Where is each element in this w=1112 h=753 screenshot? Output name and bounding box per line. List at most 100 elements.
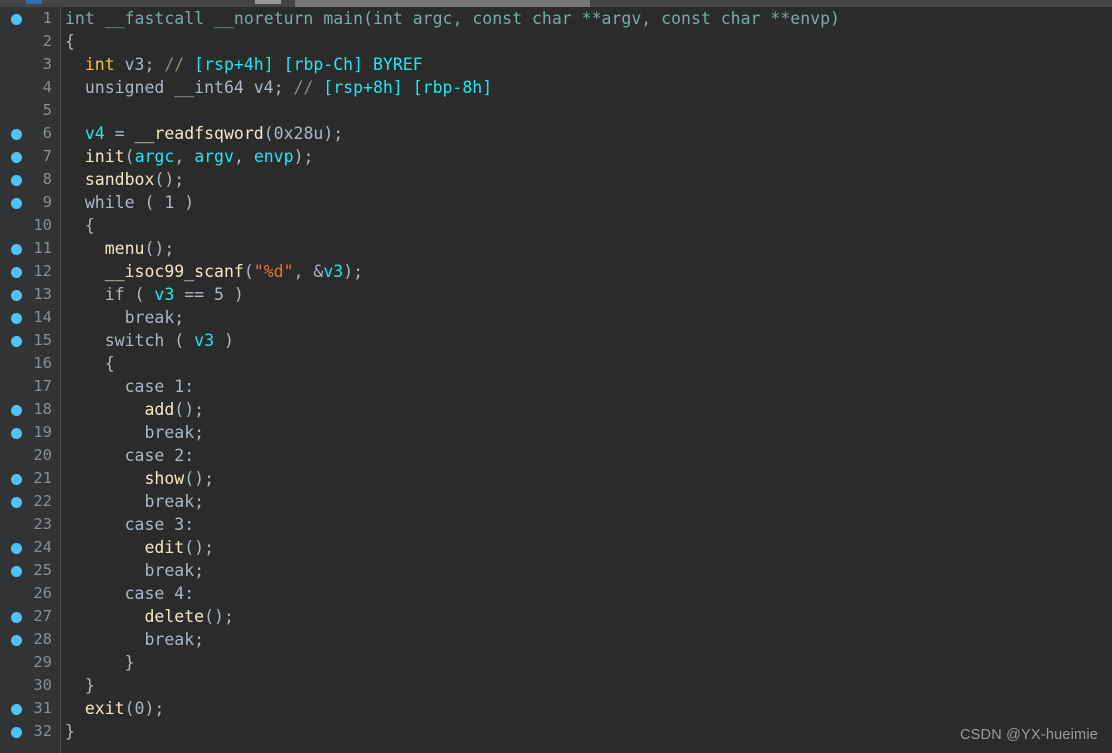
line-number: 30 (33, 676, 52, 694)
code-token: v3 (323, 262, 344, 281)
code-token: edit (144, 538, 185, 557)
line-number: 16 (33, 354, 52, 372)
code-lines-container: 1 int __fastcall __noreturn main(int argc… (0, 7, 1112, 743)
code-line[interactable]: 4 unsigned __int64 v4; // [rsp+8h] [rbp-… (0, 76, 1112, 99)
code-line[interactable]: 9 while ( 1 ) (0, 191, 1112, 214)
code-text[interactable]: { (65, 30, 75, 53)
code-line[interactable]: 23 case 3: (0, 513, 1112, 536)
code-token: case 2: (65, 446, 195, 465)
line-number: 28 (33, 630, 52, 648)
code-line[interactable]: 15 switch ( v3 ) (0, 329, 1112, 352)
code-text[interactable]: int v3; // [rsp+4h] [rbp-Ch] BYREF (65, 53, 423, 76)
code-token: v4 (84, 124, 105, 143)
code-text[interactable]: { (65, 352, 115, 375)
code-text[interactable]: edit(); (65, 536, 214, 559)
code-token: [rsp+4h] [rbp-Ch] BYREF (194, 55, 423, 74)
code-text[interactable]: break; (65, 421, 204, 444)
code-token: break; (65, 308, 185, 327)
code-text[interactable]: switch ( v3 ) (65, 329, 234, 352)
code-text[interactable]: sandbox(); (65, 168, 184, 191)
code-line[interactable]: 25 break; (0, 559, 1112, 582)
code-text[interactable]: case 3: (65, 513, 195, 536)
code-line[interactable]: 10 { (0, 214, 1112, 237)
code-line[interactable]: 6 v4 = __readfsqword(0x28u); (0, 122, 1112, 145)
code-line[interactable]: 2{ (0, 30, 1112, 53)
code-text[interactable]: break; (65, 628, 204, 651)
code-token: sandbox (84, 170, 155, 189)
code-line[interactable]: 18 add(); (0, 398, 1112, 421)
code-token: (); (174, 400, 205, 419)
code-line[interactable]: 13 if ( v3 == 5 ) (0, 283, 1112, 306)
code-text[interactable]: } (65, 674, 95, 697)
code-text[interactable]: if ( v3 == 5 ) (65, 283, 244, 306)
code-token: switch ( (65, 331, 195, 350)
code-line[interactable]: 5 (0, 99, 1112, 122)
code-text[interactable]: init(argc, argv, envp); (65, 145, 314, 168)
pseudocode-editor[interactable]: 1 int __fastcall __noreturn main(int argc… (0, 7, 1112, 753)
code-line[interactable]: 22 break; (0, 490, 1112, 513)
code-text[interactable]: case 1: (65, 375, 195, 398)
code-line[interactable]: 12 __isoc99_scanf("%d", &v3); (0, 260, 1112, 283)
line-number: 6 (42, 124, 52, 142)
code-line[interactable]: 27 delete(); (0, 605, 1112, 628)
code-line[interactable]: 11 menu(); (0, 237, 1112, 260)
code-token: main (323, 9, 364, 28)
code-text[interactable]: exit(0); (65, 697, 165, 720)
code-text[interactable]: break; (65, 490, 204, 513)
line-number: 24 (33, 538, 52, 556)
code-text[interactable]: case 4: (65, 582, 195, 605)
code-text[interactable]: } (65, 651, 135, 674)
code-line[interactable]: 3 int v3; // [rsp+4h] [rbp-Ch] BYREF (0, 53, 1112, 76)
code-text[interactable]: menu(); (65, 237, 175, 260)
code-token: ( (363, 9, 373, 28)
code-text[interactable]: add(); (65, 398, 204, 421)
code-text[interactable]: unsigned __int64 v4; // [rsp+8h] [rbp-8h… (65, 76, 492, 99)
code-text[interactable]: case 2: (65, 444, 195, 467)
code-line[interactable]: 28 break; (0, 628, 1112, 651)
code-line[interactable]: 29 } (0, 651, 1112, 674)
line-number: 21 (33, 469, 52, 487)
code-text[interactable]: { (65, 214, 95, 237)
line-number: 26 (33, 584, 52, 602)
code-line[interactable]: 19 break; (0, 421, 1112, 444)
code-line[interactable]: 8 sandbox(); (0, 168, 1112, 191)
code-line[interactable]: 24 edit(); (0, 536, 1112, 559)
code-text[interactable]: } (65, 720, 75, 743)
code-line[interactable]: 1 int __fastcall __noreturn main(int argc… (0, 7, 1112, 30)
code-text[interactable]: int __fastcall __noreturn main(int argc,… (65, 7, 840, 30)
code-token: const (661, 9, 721, 28)
code-line[interactable]: 31 exit(0); (0, 697, 1112, 720)
code-token: break; (65, 492, 205, 511)
active-tab-indicator[interactable] (26, 0, 42, 4)
code-text[interactable]: break; (65, 306, 185, 329)
code-token: ( (263, 124, 274, 143)
code-text[interactable]: __isoc99_scanf("%d", &v3); (65, 260, 363, 283)
code-token: case 3: (65, 515, 195, 534)
code-line[interactable]: 16 { (0, 352, 1112, 375)
line-number: 20 (33, 446, 52, 464)
code-line[interactable]: 32} (0, 720, 1112, 743)
code-text[interactable]: delete(); (65, 605, 233, 628)
code-line[interactable]: 14 break; (0, 306, 1112, 329)
code-text[interactable]: break; (65, 559, 204, 582)
code-line[interactable]: 21 show(); (0, 467, 1112, 490)
line-number: 22 (33, 492, 52, 510)
code-line[interactable]: 20 case 2: (0, 444, 1112, 467)
code-line[interactable]: 7 init(argc, argv, envp); (0, 145, 1112, 168)
code-text[interactable]: v4 = __readfsqword(0x28u); (65, 122, 343, 145)
line-number: 3 (42, 55, 52, 73)
line-number: 31 (33, 699, 52, 717)
code-token: ); (323, 124, 344, 143)
code-token: [rsp+8h] [rbp-8h] (323, 78, 493, 97)
code-line[interactable]: 26 case 4: (0, 582, 1112, 605)
code-text[interactable]: while ( 1 ) (65, 191, 194, 214)
code-token: exit (84, 699, 125, 718)
code-token: break; (65, 561, 205, 580)
code-text[interactable]: show(); (65, 467, 214, 490)
code-line[interactable]: 30 } (0, 674, 1112, 697)
toolbar-button-chip[interactable] (255, 0, 281, 4)
code-line[interactable]: 17 case 1: (0, 375, 1112, 398)
